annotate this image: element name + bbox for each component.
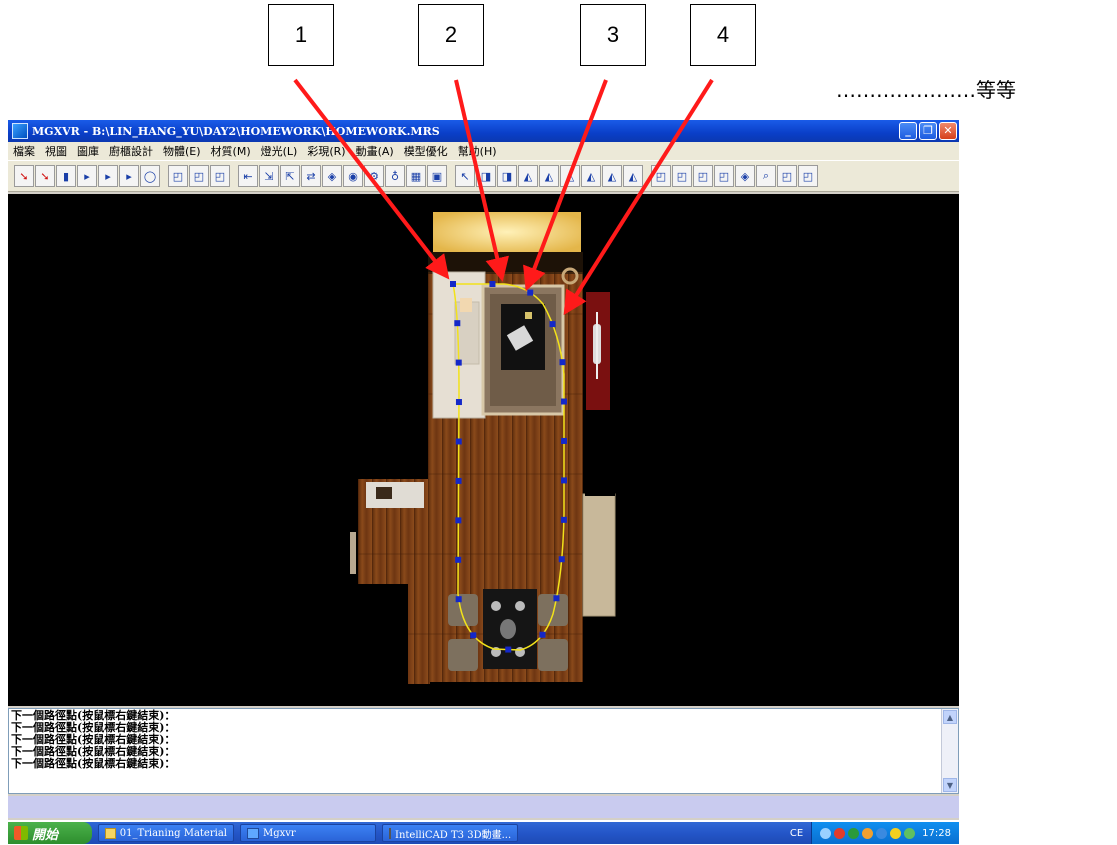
arrow-2 bbox=[454, 79, 509, 282]
arrow-3 bbox=[523, 79, 608, 292]
arrow-1 bbox=[293, 78, 450, 280]
annotation-arrows bbox=[293, 78, 714, 316]
